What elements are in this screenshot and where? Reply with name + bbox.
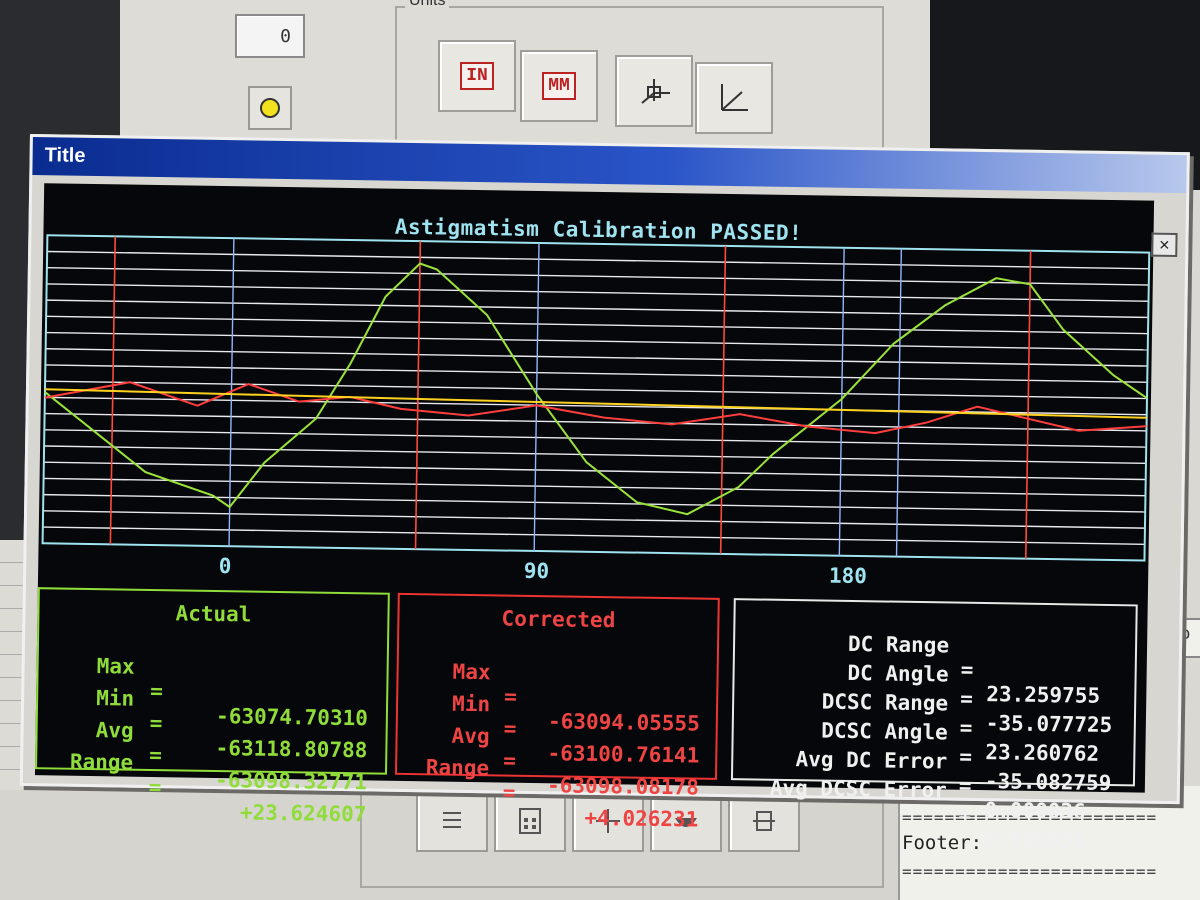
actual-panel: Actual Max = -63074.70310 Min = -63118.8… [35,587,390,827]
red-marker-line [719,245,727,554]
mm-unit-button[interactable]: MM [520,50,598,122]
corrected-range-row: Range = +4.026231 [397,731,715,831]
tool-panel [120,0,347,150]
grid-line [44,445,1146,465]
corrected-avg-value: -63098.08178 [546,773,700,800]
grid-line [46,267,1149,286]
grid-line [45,380,1147,400]
in-unit-button[interactable]: IN [438,40,516,112]
grid-line [45,331,1148,351]
2d-axes-icon [721,84,748,111]
grid-line [43,510,1145,529]
grid-line [45,348,1148,367]
mm-unit-label: MM [542,72,576,100]
x-tick-label: 180 [828,563,868,589]
corrected-min-row: Min = -63100.76141 [398,667,716,768]
close-button[interactable]: × [1151,232,1178,258]
calibration-screen: Astigmatism Calibration PASSED! 0 90 180… [34,183,1155,853]
yellow-probe-icon [260,98,280,118]
probe-tool-button[interactable] [248,86,292,130]
avg-dcsc-error-row: Avg DCSC Error = 0.000036 [733,751,1133,853]
grid-line [45,364,1148,383]
red-marker-line [1024,250,1032,559]
actual-min-row: Min = -63118.80788 [38,661,386,762]
actual-max-row: Max = -63074.70310 [39,629,387,730]
avg-dcsc-error-value: 0.000036 [983,827,1086,853]
3d-axes-button[interactable] [615,55,693,127]
grid-line [44,429,1147,448]
corrected-max-row: Max = -63094.05555 [399,635,717,736]
calibration-chart [41,234,1151,562]
avg-dc-error-value: 0.000036 [984,798,1086,824]
avg-dcsc-error-eq: = [958,802,972,827]
actual-heading: Actual [175,601,252,627]
corrected-range-eq: = [502,780,516,805]
units-group-label: Units [405,0,450,10]
corrected-range-key: Range [425,755,490,781]
dc-stats-panel: DC Range = 23.259755 DC Angle = -35.0777… [730,598,1138,853]
actual-avg-value: -63098.32771 [214,767,368,795]
red-marker-line [414,241,422,550]
3d-axes-icon [641,79,670,104]
actual-range-eq: = [148,774,162,800]
actual-avg-row: Avg = -63098.32771 [38,693,386,794]
corrected-panel: Corrected Max = -63094.05555 Min = -6310… [394,592,720,832]
series-line-average [44,388,1147,419]
calculator-icon [519,808,541,834]
grid-line [46,283,1149,302]
grid-line [42,526,1145,546]
counter-field[interactable]: 0 [235,14,305,58]
grid-line [43,461,1146,481]
footer-rule-bottom: ======================== [902,862,1158,881]
grid-line [46,299,1149,319]
avg-dcsc-error-key: Avg DCSC Error [769,775,947,803]
2d-axes-button[interactable] [695,62,773,134]
grid-line [46,315,1149,335]
x-tick-label: 90 [523,558,550,584]
corrected-range-value: +4.026231 [584,805,699,832]
actual-range-key: Range [69,749,134,775]
corrected-heading: Corrected [501,606,616,633]
actual-range-value: +23.624607 [239,800,367,827]
in-unit-label: IN [460,62,494,90]
grid-line [43,493,1146,513]
footer-label: Footer: [902,832,983,854]
calibration-dialog: Title × Astigmatism Calibration PASSED! … [19,134,1190,853]
corrected-avg-row: Avg = -63098.08178 [398,699,716,800]
vertical-grid-line [838,247,845,556]
dialog-title: Title [44,144,86,167]
grid-line [47,250,1150,270]
actual-range-row: Range = +23.624607 [37,725,385,827]
x-tick-label: 0 [218,554,232,579]
vertical-grid-line [895,248,903,557]
